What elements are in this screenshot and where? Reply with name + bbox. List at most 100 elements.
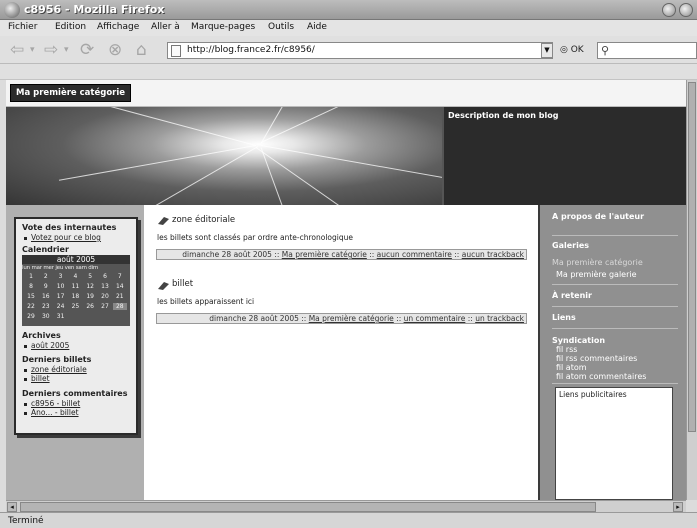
divider (552, 306, 678, 307)
calendar-day: 21 (115, 293, 124, 300)
post-trackback-link[interactable]: aucun trackback (462, 250, 524, 259)
links-heading: Liens (552, 313, 576, 322)
calendar-day: 27 (101, 303, 109, 310)
status-text: Terminé (8, 516, 44, 526)
stop-icon[interactable]: ⊗ (108, 40, 122, 60)
menu-marque-pages[interactable]: Marque-pages (191, 22, 255, 32)
menu-fichier[interactable]: Fichier (8, 22, 37, 32)
category-button[interactable]: Ma première catégorie (10, 84, 132, 102)
syndication-heading: Syndication (552, 336, 606, 345)
calendar-day: 7 (117, 273, 122, 280)
post-comments-link[interactable]: un commentaire (404, 314, 466, 323)
horizontal-scroll-thumb[interactable] (20, 502, 596, 512)
calendar-day: 12 (86, 283, 94, 290)
calendar-day: 24 (56, 303, 65, 310)
calendar-day: 13 (101, 283, 109, 290)
gallery-category-link[interactable]: Ma première catégorie (552, 258, 643, 267)
post-category-link[interactable]: Ma première catégorie (282, 250, 367, 259)
vote-link[interactable]: Votez pour ce blog (24, 233, 101, 242)
search-input[interactable]: ⚲ (597, 42, 697, 59)
calendar-day: 20 (101, 293, 109, 300)
url-text: http://blog.france2.fr/c8956/ (187, 45, 315, 55)
divider (552, 284, 678, 285)
forward-arrow-icon[interactable]: ⇨ (44, 40, 58, 60)
url-bar[interactable]: http://blog.france2.fr/c8956/ (167, 42, 553, 59)
post-category-link[interactable]: Ma première catégorie (309, 314, 394, 323)
last-comment-link[interactable]: Ano... - billet (24, 408, 79, 417)
vote-heading: Vote des internautes (22, 223, 117, 232)
menu-affichage[interactable]: Affichage (97, 22, 139, 32)
gallery-link[interactable]: Ma première galerie (556, 270, 637, 279)
calendar-day: 2 (43, 273, 48, 280)
back-arrow-icon[interactable]: ⇦ (10, 40, 24, 60)
vertical-scrollbar[interactable] (686, 80, 697, 500)
calendar-day: 10 (56, 283, 65, 290)
menu-edition[interactable]: Edition (55, 22, 86, 32)
divider (552, 328, 678, 329)
page-icon (171, 45, 181, 57)
post-trackback-link[interactable]: un trackback (475, 314, 524, 323)
last-comment-link[interactable]: c8956 - billet (24, 399, 80, 408)
close-window-button[interactable] (679, 3, 693, 17)
blog-description: Description de mon blog (448, 111, 559, 120)
about-author-link[interactable]: A propos de l'auteur (552, 212, 644, 221)
divider (552, 235, 678, 236)
minimize-button[interactable] (662, 3, 676, 17)
window-title: c8956 - Mozilla Firefox (24, 3, 165, 16)
url-dropdown-button[interactable]: ▼ (541, 43, 553, 58)
divider (552, 383, 678, 384)
left-sidebar-box: Vote des internautes Votez pour ce blog … (14, 217, 138, 435)
go-button[interactable]: ◎ OK (560, 45, 584, 55)
post-title[interactable]: zone éditoriale (172, 215, 235, 225)
menu-aide[interactable]: Aide (307, 22, 327, 32)
forward-dropdown[interactable]: ▾ (64, 40, 69, 60)
search-icon: ⚲ (601, 44, 610, 57)
navigation-toolbar: ⇦ ▾ ⇨ ▾ ⟳ ⊗ ⌂ http://blog.france2.fr/c89… (0, 36, 697, 64)
feed-link[interactable]: fil rss commentaires (556, 354, 637, 363)
bookmarks-toolbar (0, 64, 697, 80)
ads-label: Liens publicitaires (559, 390, 627, 399)
scroll-left-arrow-icon[interactable]: ◂ (7, 502, 17, 512)
vertical-scroll-thumb[interactable] (688, 82, 696, 432)
calendar-day: 15 (27, 293, 35, 300)
reload-icon[interactable]: ⟳ (80, 40, 94, 60)
calendar-heading: Calendrier (22, 245, 69, 254)
post-meta: dimanche 28 août 2005 :: Ma première cat… (156, 313, 527, 324)
feed-link[interactable]: fil atom commentaires (556, 372, 646, 381)
firefox-icon (4, 2, 20, 18)
back-dropdown[interactable]: ▾ (30, 40, 35, 60)
calendar-day: 31 (56, 313, 65, 320)
post-body: les billets sont classés par ordre ante-… (157, 233, 353, 242)
horizontal-scrollbar[interactable]: ◂ ▸ (6, 500, 686, 512)
scroll-right-arrow-icon[interactable]: ▸ (673, 502, 683, 512)
last-post-link[interactable]: billet (24, 374, 50, 383)
feed-link[interactable]: fil atom (556, 363, 587, 372)
calendar-day: 16 (41, 293, 50, 300)
archive-link[interactable]: août 2005 (24, 341, 69, 350)
menu-bar: Fichier Edition Affichage Aller à Marque… (0, 20, 697, 36)
post-arrow-icon (158, 282, 169, 290)
calendar-day: 8 (29, 283, 33, 290)
calendar-month: août 2005 (22, 255, 130, 264)
calendar-day: 19 (86, 293, 94, 300)
menu-outils[interactable]: Outils (268, 22, 294, 32)
galleries-heading: Galeries (552, 241, 590, 250)
feed-link[interactable]: fil rss (556, 345, 577, 354)
calendar-day: 4 (73, 273, 78, 280)
menu-aller[interactable]: Aller à (151, 22, 180, 32)
last-comments-heading: Derniers commentaires (22, 389, 128, 398)
post-comments-link[interactable]: aucun commentaire (377, 250, 452, 259)
calendar: août 2005 lun mar mer jeu ven sam dim 12… (22, 255, 130, 326)
calendar-day: 30 (41, 313, 50, 320)
calendar-day: 28 (112, 303, 127, 310)
calendar-day: 11 (71, 283, 80, 290)
last-post-link[interactable]: zone éditoriale (24, 365, 87, 374)
archives-heading: Archives (22, 331, 61, 340)
calendar-day: 26 (86, 303, 94, 310)
page-viewport: Ma première catégorie Description de mon… (6, 80, 686, 500)
calendar-day: 9 (43, 283, 48, 290)
calendar-day: 1 (29, 273, 33, 280)
home-icon[interactable]: ⌂ (136, 40, 147, 60)
go-icon: ◎ (560, 45, 571, 55)
post-title[interactable]: billet (172, 279, 193, 289)
